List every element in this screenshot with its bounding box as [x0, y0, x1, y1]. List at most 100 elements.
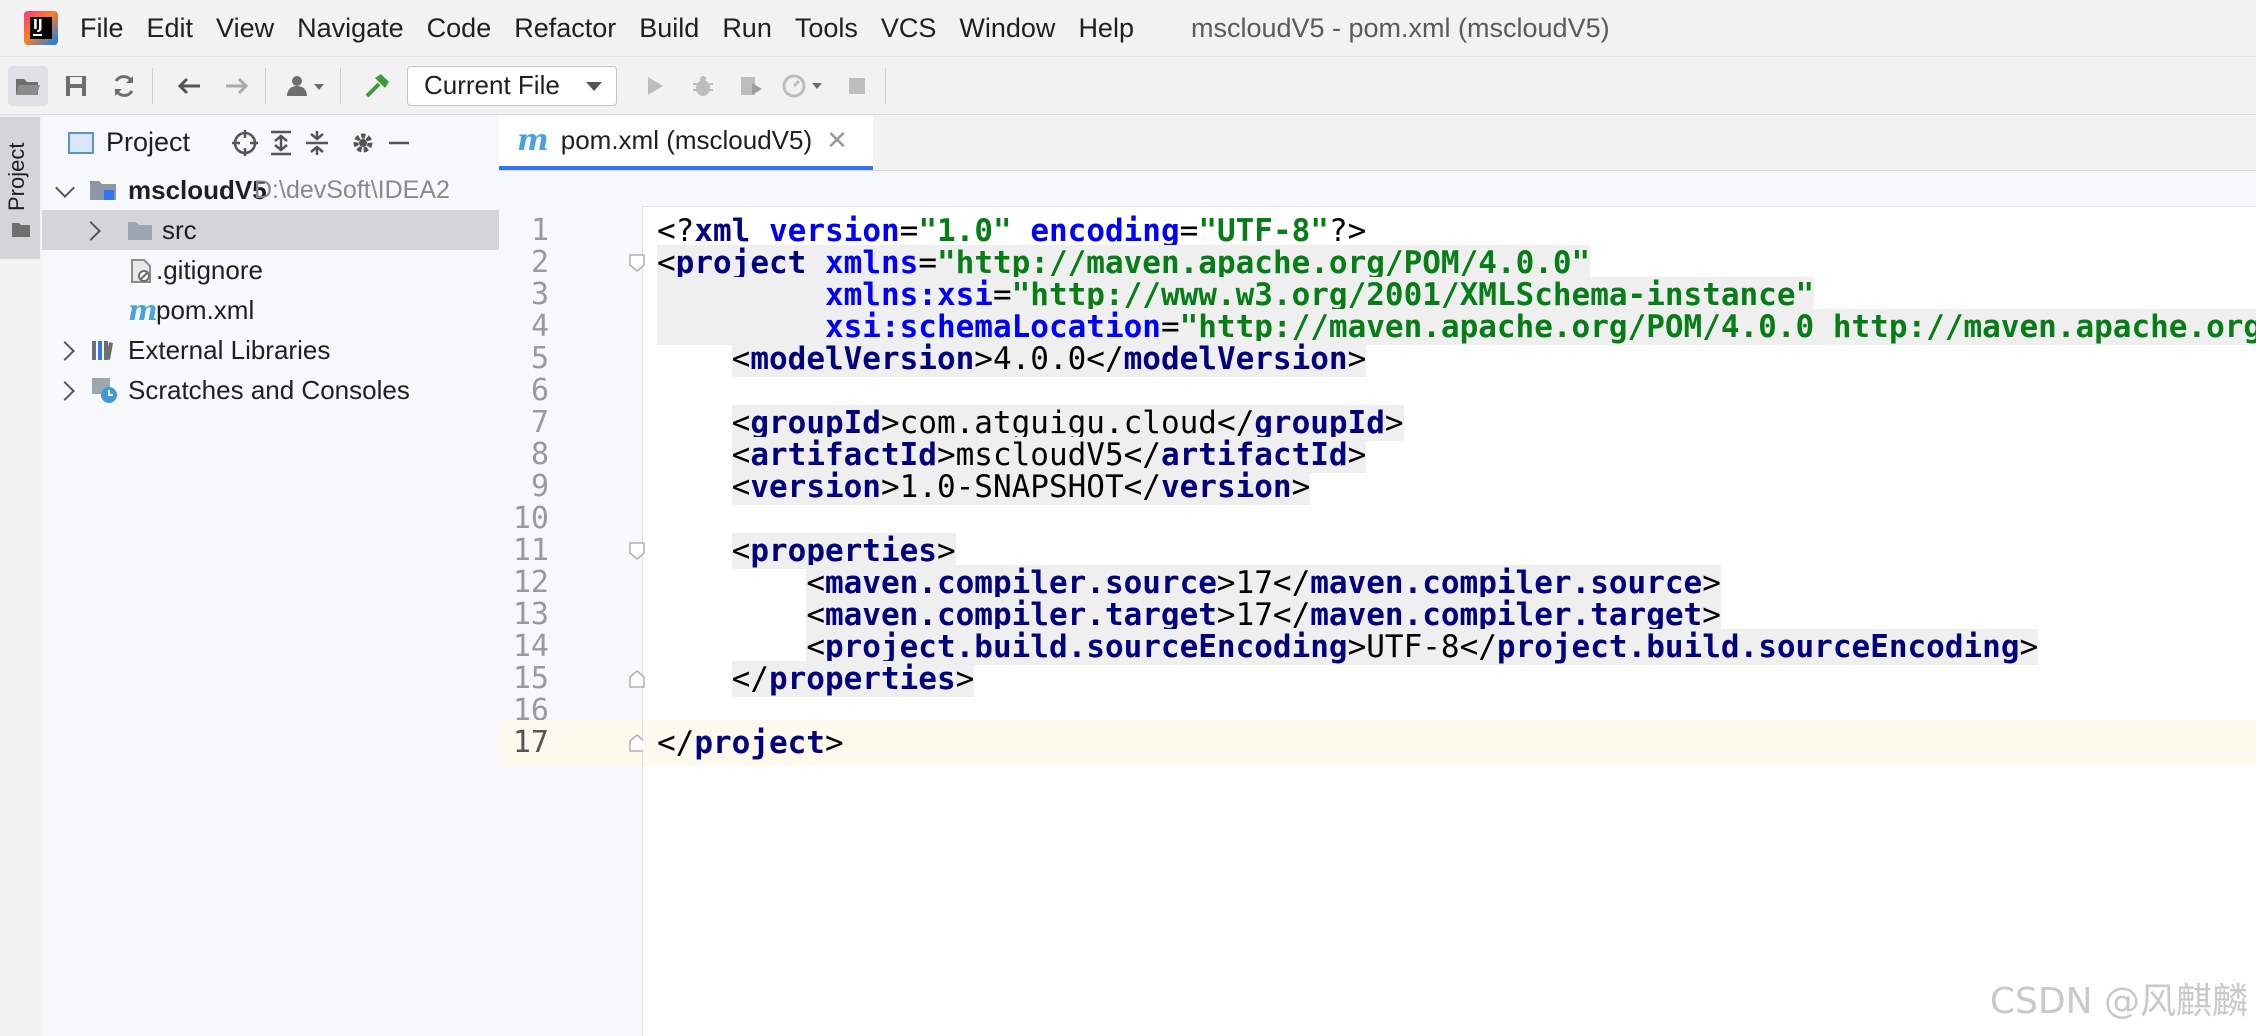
- chevron-right-icon[interactable]: [55, 381, 75, 401]
- breadcrumb: [499, 171, 2256, 207]
- menu-build[interactable]: Build: [639, 13, 699, 44]
- code-token: >: [974, 341, 993, 377]
- intellij-logo-icon[interactable]: IJ: [24, 11, 58, 45]
- project-tool-window: Project mscloudV5 D:\devSoft\IDEA2 src .…: [42, 115, 500, 1036]
- minimize-icon[interactable]: [384, 128, 414, 158]
- maven-file-icon: m: [128, 293, 158, 327]
- tree-item-mscloudv5[interactable]: mscloudV5 D:\devSoft\IDEA2: [42, 170, 499, 210]
- locate-file-icon[interactable]: [230, 128, 260, 158]
- watermark: CSDN @风麒麟: [1989, 981, 2248, 1022]
- code-token: UTF-8: [1366, 629, 1460, 665]
- back-arrow-icon[interactable]: [169, 66, 209, 106]
- run-config-label: Current File: [424, 70, 560, 100]
- tree-item-external-libraries[interactable]: External Libraries: [42, 330, 499, 370]
- profile-icon[interactable]: [779, 66, 829, 106]
- tree-item-label: Scratches and Consoles: [128, 374, 410, 405]
- collapse-all-icon[interactable]: [302, 128, 332, 158]
- tree-item-label: External Libraries: [128, 334, 331, 365]
- line-number[interactable]: 17: [499, 720, 549, 766]
- menu-refactor[interactable]: Refactor: [514, 13, 616, 44]
- close-icon[interactable]: ✕: [826, 125, 848, 156]
- code-token: >: [824, 725, 844, 761]
- left-tool-stripe: Project: [0, 115, 43, 1036]
- current-line-highlight: [643, 720, 2256, 766]
- chevron-right-icon[interactable]: [55, 341, 75, 361]
- run-configuration-dropdown[interactable]: Current File: [407, 65, 617, 106]
- editor-tab-bar: m pom.xml (mscloudV5) ✕: [499, 115, 2256, 171]
- menu-navigate[interactable]: Navigate: [297, 13, 404, 44]
- stripe-project-tab[interactable]: Project: [0, 117, 40, 259]
- menu-code[interactable]: Code: [427, 13, 492, 44]
- code-line[interactable]: <modelVersion>4.0.0</modelVersion>: [657, 336, 1367, 382]
- menu-edit[interactable]: Edit: [147, 13, 194, 44]
- forward-arrow-icon[interactable]: [217, 66, 257, 106]
- user-dropdown-icon[interactable]: [282, 66, 332, 106]
- chevron-right-icon[interactable]: [81, 221, 101, 241]
- debug-icon[interactable]: [683, 66, 723, 106]
- menu-file[interactable]: File: [80, 13, 124, 44]
- tree-item-src[interactable]: src: [42, 210, 499, 250]
- tree-item-label: .gitignore: [156, 254, 263, 285]
- code-token: version: [750, 469, 881, 505]
- ignored-file-icon: [131, 259, 151, 283]
- code-token: modelVersion: [1123, 341, 1348, 377]
- code-token: modelVersion: [750, 341, 975, 377]
- stop-icon[interactable]: [837, 66, 877, 106]
- code-token: >: [1291, 469, 1311, 505]
- code-token: >: [2019, 629, 2039, 665]
- menu-help[interactable]: Help: [1078, 13, 1134, 44]
- code-token: >: [1347, 629, 1367, 665]
- code-token: >: [1347, 341, 1367, 377]
- editor-area: m pom.xml (mscloudV5) ✕ 1 2 3 4 5 6 7 8 9 10 11 12 1…: [499, 115, 2256, 1036]
- tree-item-label: pom.xml: [156, 294, 255, 325]
- code-token: project: [694, 725, 825, 761]
- menu-run[interactable]: Run: [722, 13, 772, 44]
- folder-icon: [128, 222, 152, 240]
- gear-icon[interactable]: [348, 128, 378, 158]
- library-icon: [92, 341, 113, 360]
- code-line[interactable]: <version>1.0-SNAPSHOT</version>: [657, 464, 1311, 510]
- menu-tools[interactable]: Tools: [795, 13, 858, 44]
- tree-item-pom-xml[interactable]: m pom.xml: [42, 290, 499, 330]
- code-token: <: [731, 469, 751, 505]
- tree-item-label: mscloudV5: [128, 174, 267, 205]
- line-number-gutter[interactable]: 1 2 3 4 5 6 7 8 9 10 11 12 13 14 15 16 17: [499, 206, 645, 1036]
- code-editor[interactable]: <?xml version="1.0" encoding="UTF-8"?> <p…: [643, 206, 2256, 1036]
- menu-window[interactable]: Window: [959, 13, 1055, 44]
- menu-view[interactable]: View: [216, 13, 274, 44]
- code-line[interactable]: </properties>: [657, 656, 975, 702]
- tree-item-gitignore[interactable]: .gitignore: [42, 250, 499, 290]
- tree-item-path: D:\devSoft\IDEA2: [254, 175, 450, 204]
- menu-vcs[interactable]: VCS: [881, 13, 937, 44]
- chevron-down-icon[interactable]: [55, 178, 75, 198]
- save-icon[interactable]: [56, 66, 96, 106]
- stripe-project-label: Project: [4, 142, 29, 211]
- coverage-icon[interactable]: [731, 66, 771, 106]
- tab-label: pom.xml (mscloudV5): [560, 125, 813, 155]
- tree-item-scratches[interactable]: Scratches and Consoles: [42, 370, 499, 410]
- project-panel-title[interactable]: Project: [106, 127, 190, 158]
- code-token: </: [657, 725, 695, 761]
- project-panel-header: Project: [42, 115, 499, 170]
- code-line[interactable]: </project>: [657, 720, 844, 766]
- project-view-icon: [68, 131, 94, 154]
- code-token: 1.0-SNAPSHOT: [899, 469, 1124, 505]
- folder-icon: [12, 223, 30, 237]
- toolbar-separator: [152, 67, 153, 104]
- scratches-icon: [92, 378, 117, 403]
- expand-all-icon[interactable]: [266, 128, 296, 158]
- sync-icon[interactable]: [104, 66, 144, 106]
- code-token: </: [1459, 629, 1497, 665]
- build-hammer-icon[interactable]: [357, 66, 397, 106]
- toolbar-separator: [885, 67, 886, 104]
- tab-pom-xml[interactable]: m pom.xml (mscloudV5) ✕: [499, 115, 873, 170]
- run-icon[interactable]: [635, 66, 675, 106]
- code-token: project.build.sourceEncoding: [1496, 629, 2020, 665]
- menu-bar: IJ File Edit View Navigate Code Refactor…: [0, 0, 2256, 57]
- chevron-down-icon: [586, 81, 602, 91]
- code-token: </: [1086, 341, 1124, 377]
- open-folder-icon[interactable]: [8, 65, 48, 106]
